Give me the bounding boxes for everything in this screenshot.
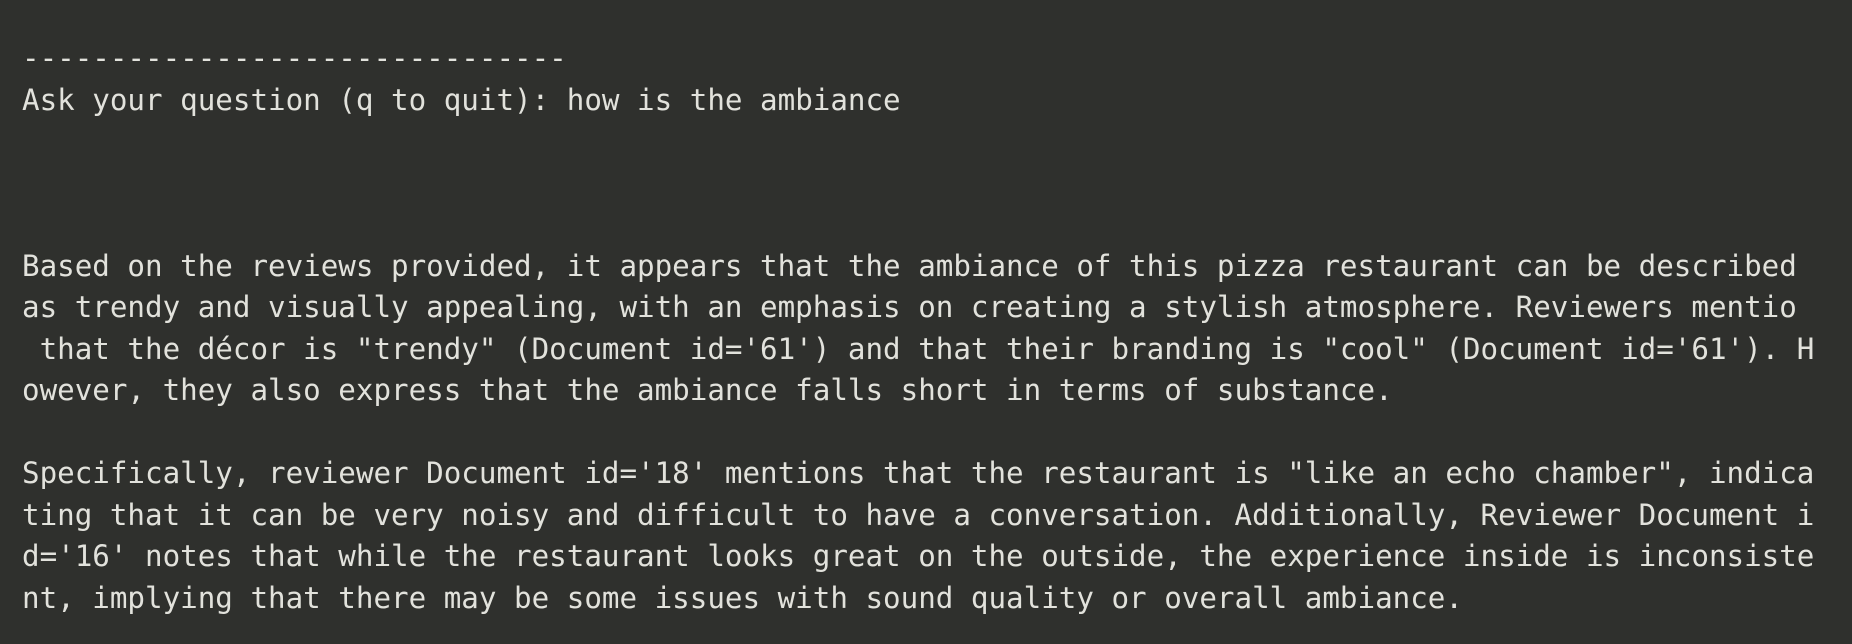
- answer-line: Based on the reviews provided, it appear…: [22, 248, 1797, 283]
- answer-line: as trendy and visually appealing, with a…: [22, 290, 1797, 324]
- prompt-text: Ask your question (q to quit):: [22, 82, 567, 117]
- answer-paragraph-1: Based on the reviews provided, it appear…: [22, 246, 1852, 412]
- answer-line: Specifically, reviewer Document id='18' …: [22, 456, 1815, 490]
- answer-line: nt, implying that there may be some issu…: [22, 580, 1463, 615]
- answer-paragraph-2: Specifically, reviewer Document id='18' …: [22, 453, 1852, 619]
- answer-line: ting that it can be very noisy and diffi…: [22, 497, 1815, 532]
- answer-line: that the décor is "trendy" (Document id=…: [22, 331, 1815, 366]
- answer-line: owever, they also express that the ambia…: [22, 373, 1393, 407]
- prompt-line[interactable]: Ask your question (q to quit): how is th…: [22, 80, 1852, 122]
- separator-line: -------------------------------: [22, 41, 567, 75]
- terminal-window[interactable]: ------------------------------- Ask your…: [0, 0, 1852, 644]
- answer-line: d='16' notes that while the restaurant l…: [22, 539, 1815, 573]
- prompt-input[interactable]: how is the ambiance: [567, 83, 901, 117]
